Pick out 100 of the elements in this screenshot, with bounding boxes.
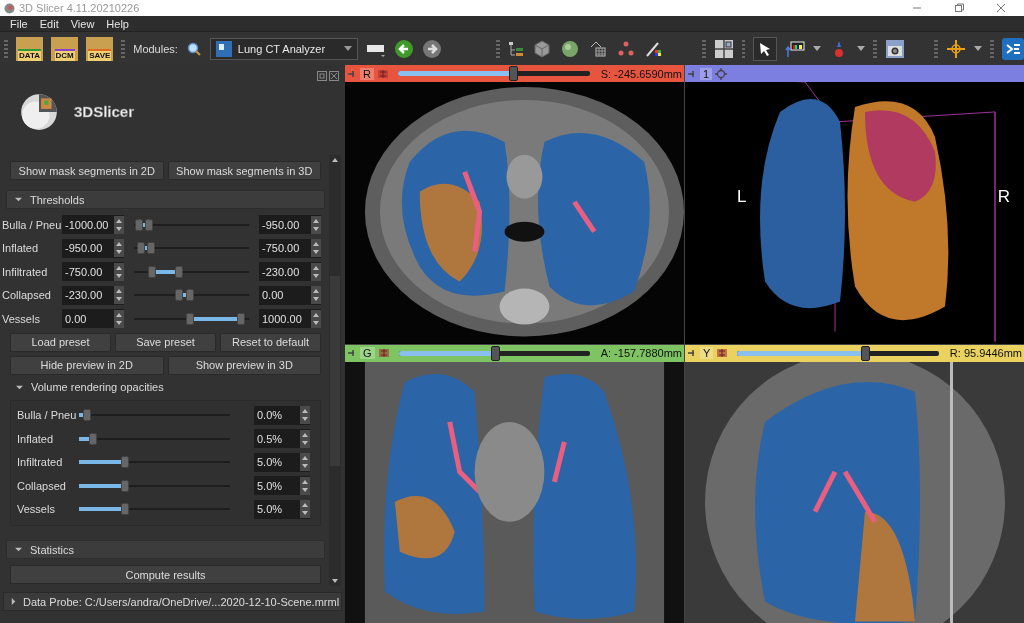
spinner-arrows-icon[interactable] <box>300 476 310 495</box>
menu-item[interactable]: File <box>4 17 34 30</box>
slider-handle[interactable] <box>83 409 91 422</box>
subsection-header[interactable]: Volume rendering opacities <box>10 378 321 396</box>
min-value-spinbox[interactable]: -950.00 <box>62 238 124 258</box>
slider-handle[interactable] <box>236 312 245 325</box>
menu-item[interactable]: Edit <box>33 17 65 30</box>
slider-handle[interactable] <box>120 479 129 492</box>
close-icon[interactable] <box>996 3 1006 13</box>
pin-icon[interactable] <box>347 69 357 78</box>
compute-results-button[interactable]: Compute results <box>10 565 321 584</box>
pin-icon[interactable] <box>687 69 697 78</box>
slice-slider-handle[interactable] <box>509 66 519 81</box>
opacity-spinbox[interactable]: 0.0% <box>254 405 310 425</box>
pin-icon[interactable] <box>687 349 697 357</box>
slider-handle[interactable] <box>120 456 129 469</box>
preview-button[interactable]: Hide preview in 2D <box>10 355 164 375</box>
mask-segments-button[interactable]: Show mask segments in 3D <box>167 161 321 180</box>
toolbar-file-button[interactable]: SAVE <box>86 36 114 61</box>
min-value-spinbox[interactable]: 0.00 <box>62 309 124 329</box>
min-value-spinbox[interactable]: -750.00 <box>62 262 124 282</box>
spinner-arrows-icon[interactable] <box>114 215 124 234</box>
slider-handle[interactable] <box>174 265 183 278</box>
spinner-arrows-icon[interactable] <box>114 262 124 281</box>
data-tree-icon[interactable] <box>508 40 525 57</box>
slider-handle[interactable] <box>147 265 156 278</box>
center-view-icon[interactable] <box>715 67 728 80</box>
caret-icon[interactable] <box>812 46 821 51</box>
toolbar-file-button[interactable]: DCM <box>51 36 79 61</box>
spinner-arrows-icon[interactable] <box>311 239 321 258</box>
spinner-arrows-icon[interactable] <box>311 309 321 328</box>
opacity-spinbox[interactable]: 0.5% <box>254 429 310 449</box>
slice-slider-handle[interactable] <box>491 345 501 361</box>
min-value-spinbox[interactable]: -230.00 <box>62 285 124 305</box>
cube-icon[interactable] <box>532 38 553 59</box>
max-value-spinbox[interactable]: -750.00 <box>259 238 321 258</box>
max-value-spinbox[interactable]: -950.00 <box>259 215 321 235</box>
spinner-arrows-icon[interactable] <box>311 262 321 281</box>
link-icon[interactable] <box>716 347 729 359</box>
spinner-arrows-icon[interactable] <box>300 500 310 519</box>
spinner-arrows-icon[interactable] <box>114 239 124 258</box>
caret-icon[interactable] <box>856 46 865 51</box>
preview-button[interactable]: Show preview in 3D <box>167 355 321 375</box>
layout-grid-icon[interactable] <box>713 38 734 59</box>
opacity-spinbox[interactable]: 5.0% <box>254 499 310 519</box>
crosshair-icon[interactable] <box>946 38 967 59</box>
max-value-spinbox[interactable]: 1000.00 <box>259 309 321 329</box>
mask-segments-button[interactable]: Show mask segments in 2D <box>10 161 164 180</box>
undock-icon[interactable] <box>317 71 327 81</box>
section-header[interactable]: Statistics <box>6 540 325 559</box>
opacity-spinbox[interactable]: 5.0% <box>254 476 310 496</box>
search-icon[interactable] <box>185 40 202 57</box>
slider-handle[interactable] <box>146 242 155 255</box>
menu-item[interactable]: View <box>64 17 101 30</box>
link-icon[interactable] <box>377 347 390 359</box>
spinner-arrows-icon[interactable] <box>114 309 124 328</box>
color-bar-icon[interactable] <box>784 38 805 59</box>
preset-button[interactable]: Reset to default <box>220 332 321 352</box>
close-icon[interactable] <box>329 71 339 81</box>
section-header[interactable]: Thresholds <box>6 190 325 209</box>
slider-handle[interactable] <box>137 242 146 255</box>
opacity-label: Collapsed <box>17 479 67 492</box>
slider-handle[interactable] <box>144 218 153 231</box>
toolbar-file-button[interactable]: DATA <box>15 36 44 61</box>
slice-slider-handle[interactable] <box>860 345 870 361</box>
preset-button[interactable]: Load preset <box>10 332 111 352</box>
preset-button[interactable]: Save preset <box>115 332 216 352</box>
max-value-spinbox[interactable]: 0.00 <box>259 285 321 305</box>
spinner-arrows-icon[interactable] <box>114 286 124 305</box>
link-icon[interactable] <box>376 67 389 80</box>
extensions-icon[interactable] <box>1001 37 1024 60</box>
spinner-arrows-icon[interactable] <box>300 453 310 472</box>
sphere-icon[interactable] <box>560 38 581 59</box>
slider-handle[interactable] <box>186 312 195 325</box>
opacity-label: Infiltrated <box>17 456 64 469</box>
pointer-mode-button[interactable] <box>753 36 777 61</box>
threshold-label: Vessels <box>2 312 41 325</box>
slice-offset-reading: S: -245.6590mm <box>600 67 682 80</box>
max-value-spinbox[interactable]: -230.00 <box>259 262 321 282</box>
slider-handle[interactable] <box>174 289 183 302</box>
maximize-icon[interactable] <box>954 3 964 13</box>
caret-icon[interactable] <box>974 46 983 51</box>
module-selector[interactable]: Lung CT Analyzer <box>209 37 358 60</box>
pin-icon[interactable] <box>347 349 357 357</box>
opacity-spinbox[interactable]: 5.0% <box>254 452 310 472</box>
min-value-spinbox[interactable]: -1000.00 <box>62 215 124 235</box>
spinner-arrows-icon[interactable] <box>311 215 321 234</box>
slider-handle[interactable] <box>88 432 97 445</box>
data-probe-header[interactable]: Data Probe: C:/Users/andra/OneDrive/...2020-12-10-Scene.mrml <box>3 592 342 611</box>
slice-offset-reading: R: 95.9446mm <box>949 347 1022 359</box>
slider-handle[interactable] <box>120 503 129 516</box>
menu-item[interactable]: Help <box>100 17 135 30</box>
spinner-arrows-icon[interactable] <box>300 406 310 425</box>
spinner-arrows-icon[interactable] <box>300 429 310 448</box>
slider-handle[interactable] <box>186 289 195 302</box>
camera-icon[interactable] <box>884 38 905 59</box>
slider-handle[interactable] <box>135 218 144 231</box>
scrollbar[interactable] <box>329 155 341 586</box>
spinner-arrows-icon[interactable] <box>311 286 321 305</box>
threshold-label: Inflated <box>2 242 40 255</box>
